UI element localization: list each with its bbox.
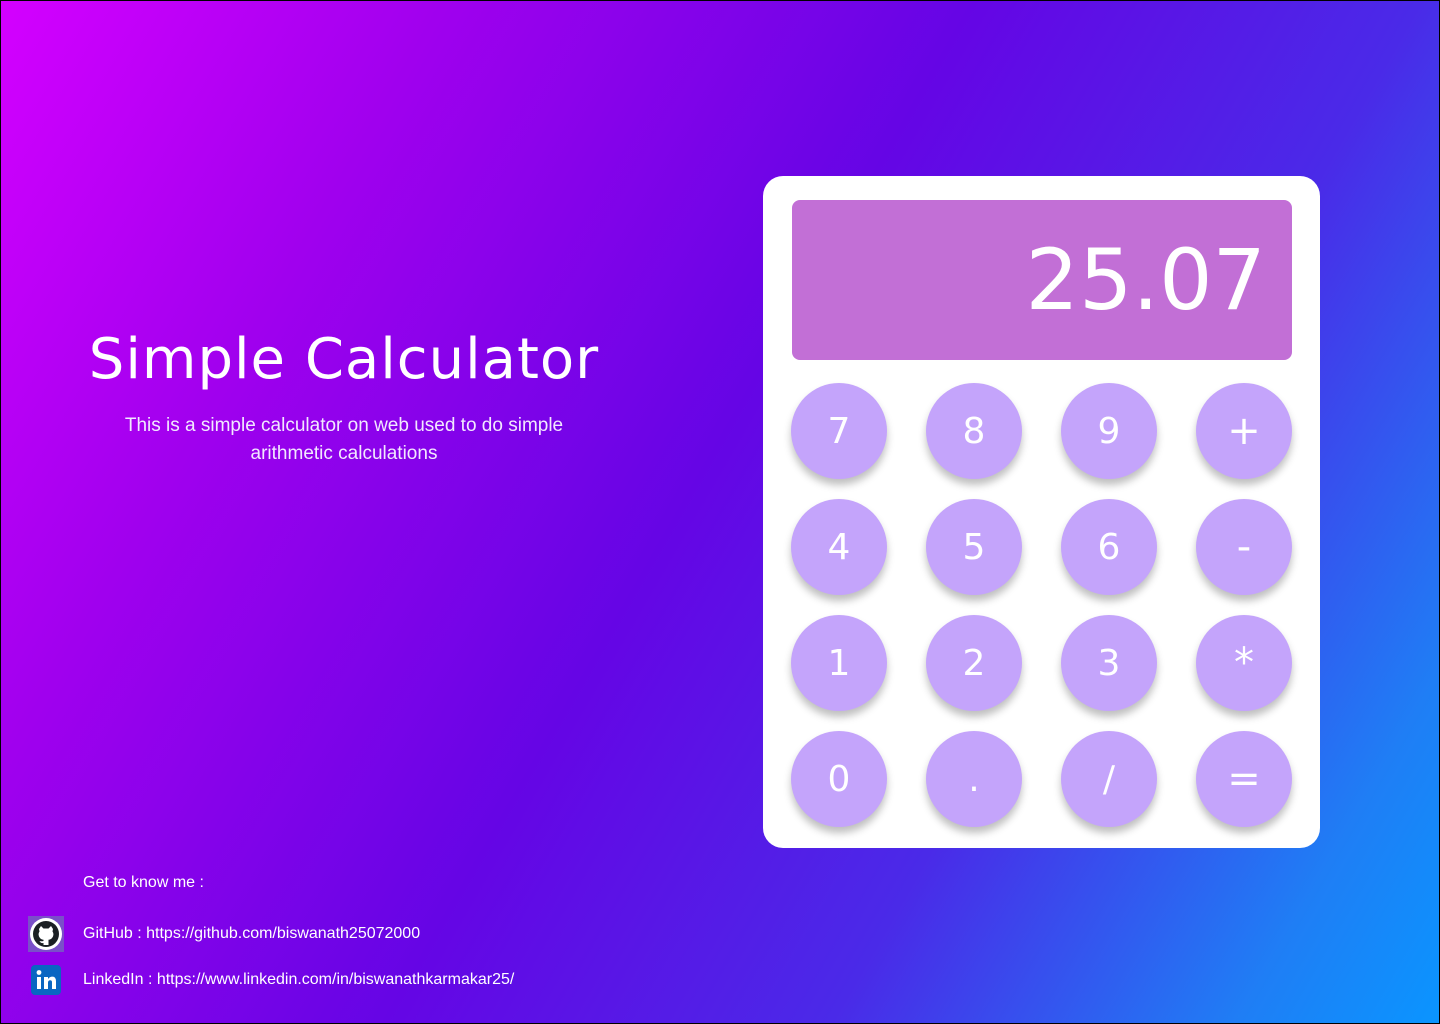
- calculator: 25.07 7 8 9 + 4 5 6 - 1 2 3 * 0 . / =: [763, 176, 1320, 848]
- display-value: 25.07: [1025, 231, 1266, 329]
- page-title: Simple Calculator: [88, 327, 600, 392]
- linkedin-icon[interactable]: [28, 962, 64, 998]
- key-4[interactable]: 4: [791, 499, 887, 595]
- intro-section: Simple Calculator This is a simple calcu…: [60, 320, 628, 468]
- calculator-display: 25.07: [792, 200, 1292, 360]
- keypad: 7 8 9 + 4 5 6 - 1 2 3 * 0 . / =: [791, 383, 1292, 827]
- key-9[interactable]: 9: [1061, 383, 1157, 479]
- key-7[interactable]: 7: [791, 383, 887, 479]
- key-equals[interactable]: =: [1196, 731, 1292, 827]
- key-divide[interactable]: /: [1061, 731, 1157, 827]
- key-plus[interactable]: +: [1196, 383, 1292, 479]
- key-minus[interactable]: -: [1196, 499, 1292, 595]
- page-description: This is a simple calculator on web used …: [124, 415, 564, 464]
- key-decimal[interactable]: .: [926, 731, 1022, 827]
- key-5[interactable]: 5: [926, 499, 1022, 595]
- github-icon[interactable]: [28, 916, 64, 952]
- github-row: GitHub : https://github.com/biswanath250…: [28, 914, 420, 954]
- contact-heading: Get to know me :: [83, 874, 204, 891]
- linkedin-link[interactable]: LinkedIn : https://www.linkedin.com/in/b…: [83, 971, 514, 989]
- github-link[interactable]: GitHub : https://github.com/biswanath250…: [83, 925, 420, 943]
- key-2[interactable]: 2: [926, 615, 1022, 711]
- linkedin-row: LinkedIn : https://www.linkedin.com/in/b…: [28, 960, 514, 1000]
- key-multiply[interactable]: *: [1196, 615, 1292, 711]
- key-3[interactable]: 3: [1061, 615, 1157, 711]
- key-1[interactable]: 1: [791, 615, 887, 711]
- key-6[interactable]: 6: [1061, 499, 1157, 595]
- key-0[interactable]: 0: [791, 731, 887, 827]
- key-8[interactable]: 8: [926, 383, 1022, 479]
